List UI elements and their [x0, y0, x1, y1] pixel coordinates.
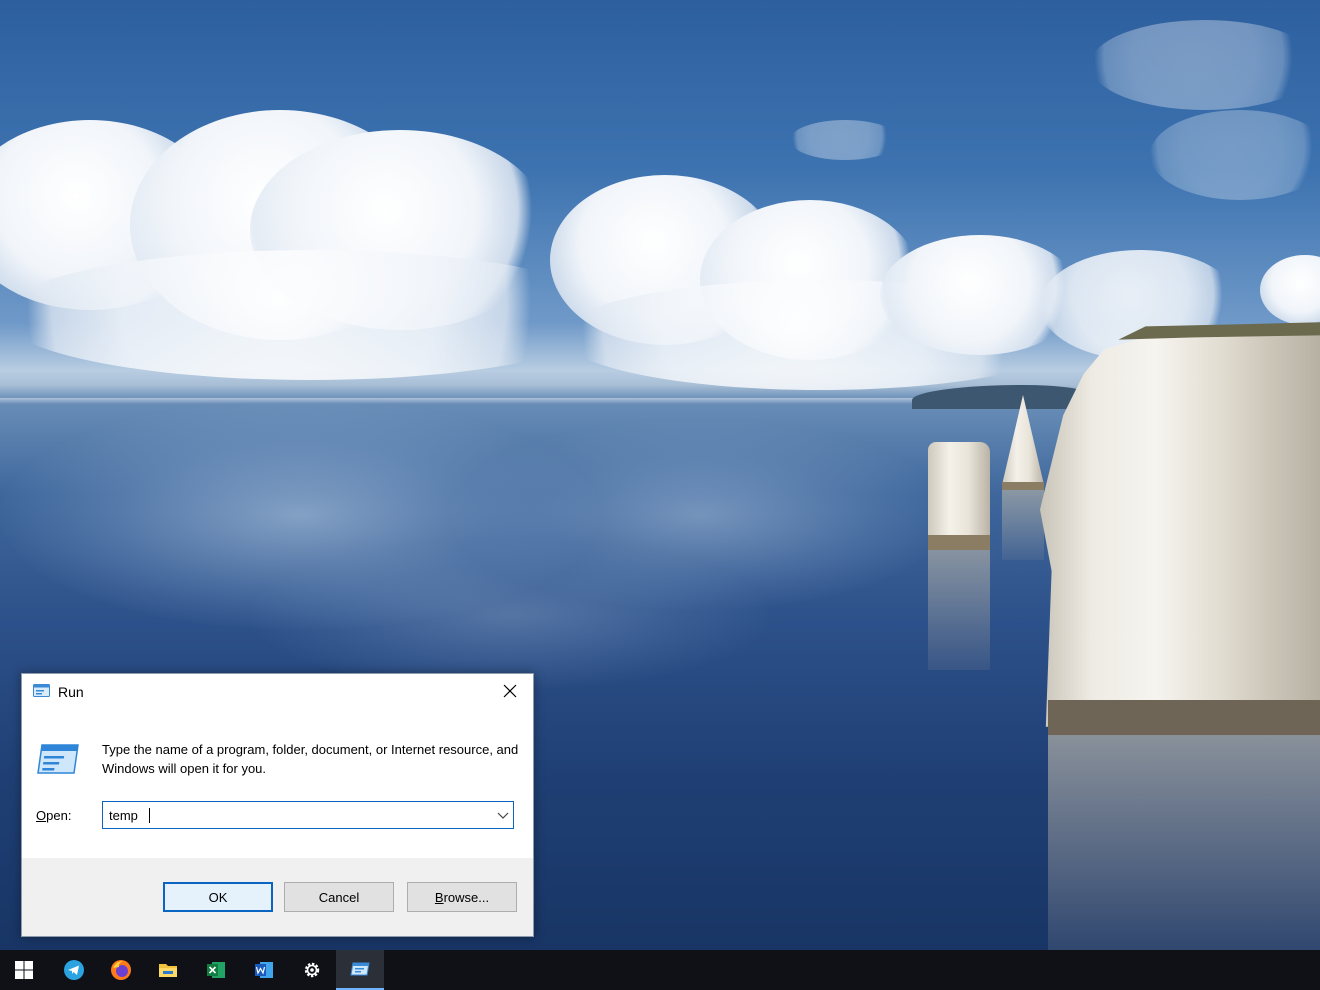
chalk-cliff: [1040, 325, 1320, 735]
run-icon: [350, 962, 370, 976]
dialog-description: Type the name of a program, folder, docu…: [102, 742, 519, 776]
distant-headland: [912, 385, 1087, 409]
windows-logo-icon: [15, 961, 33, 979]
close-icon: [503, 684, 517, 698]
taskbar: [0, 950, 1320, 990]
folder-icon: [159, 964, 177, 977]
taskbar-firefox[interactable]: [97, 950, 145, 990]
taskbar-run[interactable]: [336, 950, 384, 990]
taskbar-word[interactable]: [240, 950, 288, 990]
start-button[interactable]: [0, 950, 48, 990]
open-input[interactable]: [109, 802, 479, 828]
open-label: Open:: [36, 808, 72, 823]
excel-icon: [207, 962, 225, 978]
firefox-icon: [111, 960, 131, 980]
text-caret: [149, 808, 150, 823]
run-program-icon: [37, 744, 79, 774]
dialog-footer: OK Cancel Browse...: [22, 858, 533, 936]
taskbar-file-explorer[interactable]: [144, 950, 192, 990]
run-icon: [33, 684, 50, 697]
ok-button[interactable]: OK: [163, 882, 273, 912]
taskbar-telegram[interactable]: [50, 950, 98, 990]
gear-icon: [304, 962, 320, 978]
open-combobox[interactable]: [102, 801, 514, 829]
taskbar-excel[interactable]: [192, 950, 240, 990]
cancel-button[interactable]: Cancel: [284, 882, 394, 912]
run-dialog[interactable]: Run Type the name of a program, folder, …: [21, 673, 534, 937]
chevron-down-icon[interactable]: [497, 810, 509, 820]
close-button[interactable]: [487, 674, 533, 708]
dialog-title: Run: [58, 684, 84, 700]
sea-stack: [928, 442, 990, 540]
telegram-icon: [64, 960, 84, 980]
taskbar-settings[interactable]: [288, 950, 336, 990]
word-icon: [255, 962, 273, 978]
browse-button[interactable]: Browse...: [407, 882, 517, 912]
title-bar[interactable]: Run: [22, 674, 533, 710]
